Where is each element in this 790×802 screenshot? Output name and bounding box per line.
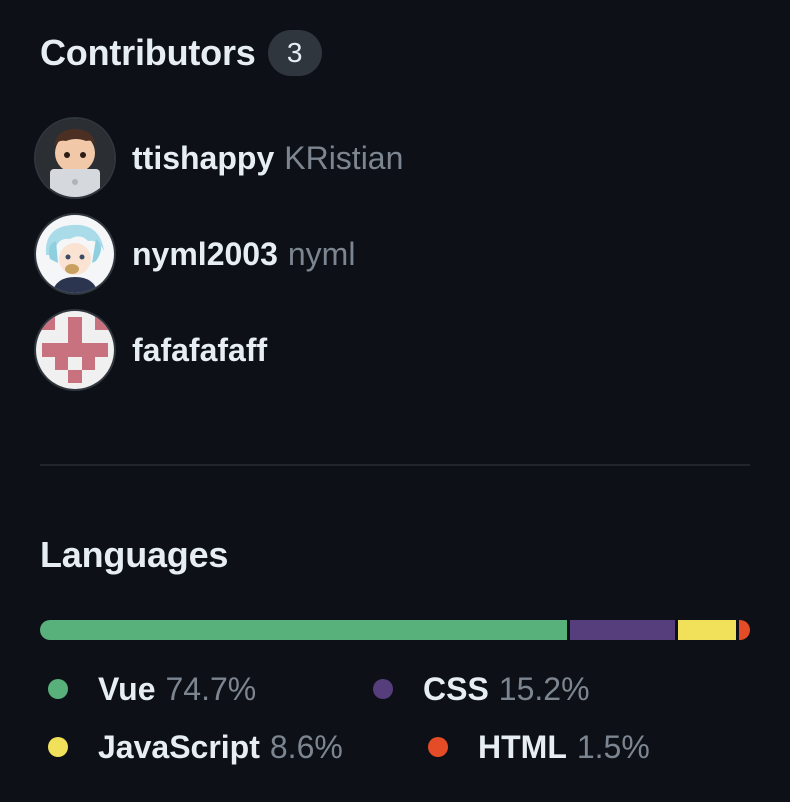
languages-heading: Languages xyxy=(40,532,228,578)
languages-list: Vue 74.7% CSS 15.2% JavaScript 8.6% HTML… xyxy=(40,660,750,776)
contributors-heading[interactable]: Contributors 3 xyxy=(40,30,322,76)
contributors-list: ttishappy KRistian nyml2003 nyml fafafaf… xyxy=(36,118,750,406)
contributor-login[interactable]: ttishappy xyxy=(132,140,274,177)
language-bar-segment-css[interactable] xyxy=(570,620,679,640)
contributor-item[interactable]: nyml2003 nyml xyxy=(36,214,750,294)
language-progress-bar xyxy=(40,620,750,640)
language-color-dot xyxy=(428,737,448,757)
contributor-login[interactable]: fafafafaff xyxy=(132,332,267,369)
section-divider xyxy=(40,464,750,466)
language-name: Vue xyxy=(98,670,156,707)
language-item-javascript[interactable]: JavaScript 8.6% xyxy=(40,729,420,766)
contributors-title[interactable]: Contributors xyxy=(40,32,256,74)
language-percent: 8.6% xyxy=(269,728,343,765)
laptop-avatar-icon[interactable] xyxy=(36,119,114,197)
language-percent: 1.5% xyxy=(576,728,650,765)
language-color-dot xyxy=(48,679,68,699)
identicon-avatar-icon[interactable] xyxy=(36,311,114,389)
languages-row: Vue 74.7% CSS 15.2% xyxy=(40,660,750,718)
languages-title: Languages xyxy=(40,534,229,575)
language-percent: 74.7% xyxy=(165,670,257,707)
contributors-count-badge: 3 xyxy=(267,30,322,76)
language-bar-segment-vue[interactable] xyxy=(40,620,571,640)
language-name: JavaScript xyxy=(98,728,260,765)
language-color-dot xyxy=(48,737,68,757)
language-name: HTML xyxy=(478,728,567,765)
contributor-name: nyml xyxy=(287,235,356,272)
anime-avatar-icon[interactable] xyxy=(36,215,114,293)
contributor-item[interactable]: fafafafaff xyxy=(36,310,750,390)
language-item-vue[interactable]: Vue 74.7% xyxy=(40,671,325,708)
contributor-name: KRistian xyxy=(284,139,404,176)
language-percent: 15.2% xyxy=(498,670,590,707)
language-bar-segment-html[interactable] xyxy=(739,620,750,640)
language-bar-segment-javascript[interactable] xyxy=(678,620,740,640)
language-color-dot xyxy=(373,679,393,699)
contributor-item[interactable]: ttishappy KRistian xyxy=(36,118,750,198)
language-name: CSS xyxy=(423,670,489,707)
contributor-login[interactable]: nyml2003 xyxy=(132,236,278,273)
languages-row: JavaScript 8.6% HTML 1.5% xyxy=(40,718,750,776)
language-item-css[interactable]: CSS 15.2% xyxy=(365,671,590,708)
language-item-html[interactable]: HTML 1.5% xyxy=(420,729,650,766)
